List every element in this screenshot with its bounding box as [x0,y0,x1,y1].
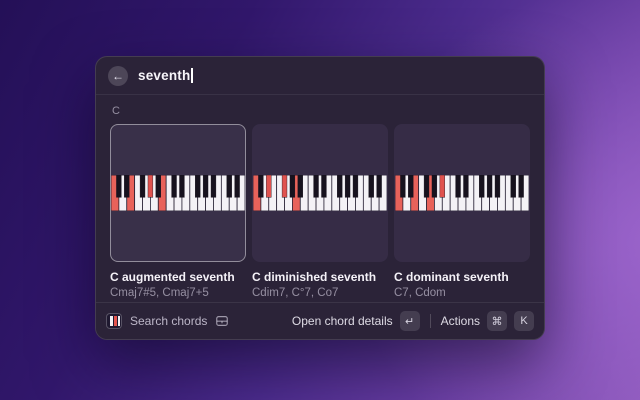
chord-card[interactable]: C augmented seventh Cmaj7#5, Cmaj7+5 [110,124,246,299]
back-button[interactable]: ← [108,66,128,86]
cmd-key-icon[interactable]: ⌘ [487,311,507,331]
footer-actions: Open chord details ↵ Actions ⌘ K [292,311,534,331]
chord-card-subtitle: Cmaj7#5, Cmaj7+5 [110,287,246,299]
chord-card-image-dominant[interactable] [394,124,530,262]
chord-card-subtitle: Cdim7, C°7, Co7 [252,287,388,299]
launcher-window: ← seventh C C augmented seventh Cmaj7#5,… [95,56,545,340]
k-key-icon[interactable]: K [514,311,534,331]
chord-card[interactable]: C diminished seventh Cdim7, C°7, Co7 [252,124,388,299]
search-bar: ← seventh [96,57,544,95]
actions-menu-button[interactable]: Actions [441,314,480,328]
chord-card-title: C diminished seventh [252,270,388,284]
piano-keyboard [253,175,387,211]
chord-card-image-augmented[interactable] [110,124,246,262]
chord-card[interactable]: C dominant seventh C7, Cdom [394,124,530,299]
piano-keyboard [395,175,529,211]
chord-card-grid: C augmented seventh Cmaj7#5, Cmaj7+5 C d… [110,124,530,299]
command-name: Search chords [130,314,207,328]
chord-card-image-diminished[interactable] [252,124,388,262]
piano-icon [215,314,229,328]
chord-card-subtitle: C7, Cdom [394,287,530,299]
search-value: seventh [138,68,190,83]
search-input[interactable]: seventh [138,68,193,83]
piano-keys-app-icon [106,313,122,329]
text-caret [191,68,193,83]
piano-keyboard [111,175,245,211]
footer-divider [430,314,431,328]
action-bar: Search chords Open chord details ↵ Actio… [96,302,544,339]
chord-card-title: C dominant seventh [394,270,530,284]
open-chord-details-button[interactable]: Open chord details [292,314,393,328]
section-header: C [112,105,530,117]
enter-key-icon[interactable]: ↵ [400,311,420,331]
chord-card-title: C augmented seventh [110,270,246,284]
results-area: C C augmented seventh Cmaj7#5, Cmaj7+5 C… [96,95,544,302]
back-arrow-icon: ← [112,69,124,83]
